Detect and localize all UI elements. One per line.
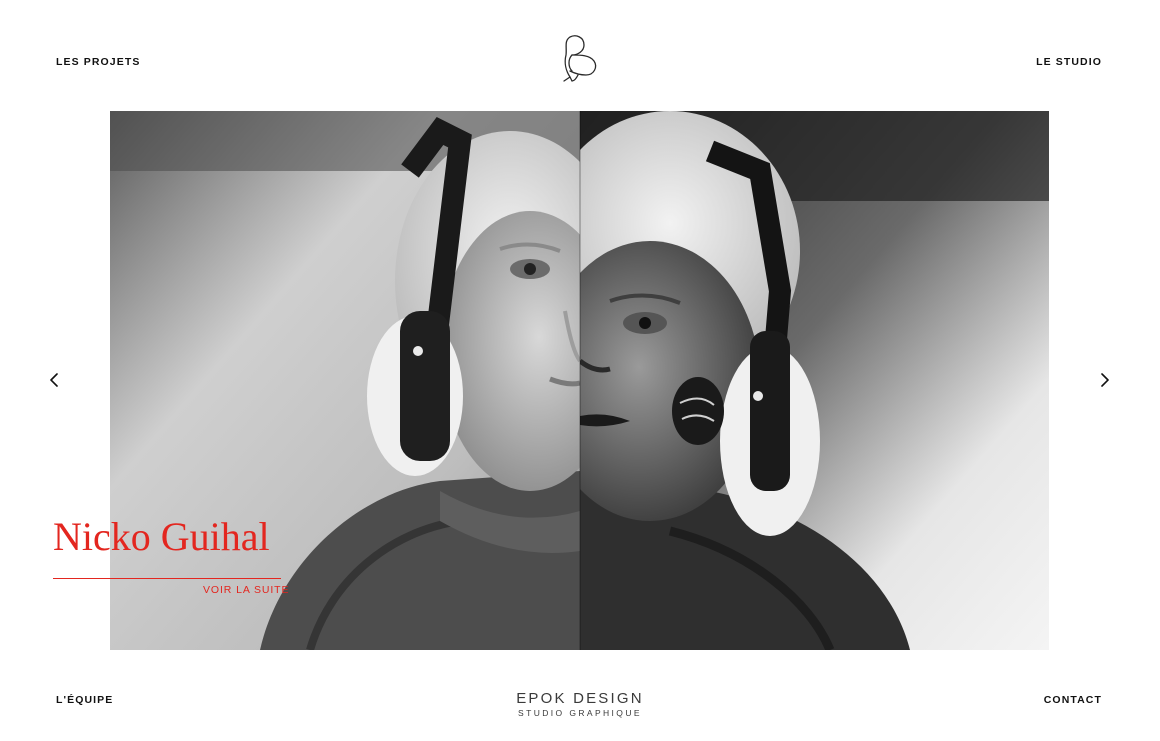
nav-link-projects[interactable]: LES PROJETS [56, 56, 140, 68]
project-title: Nicko Guihal [53, 514, 270, 559]
epok-logo-icon[interactable] [558, 33, 602, 85]
title-divider [53, 578, 281, 579]
brand-tagline: STUDIO GRAPHIQUE [518, 708, 642, 718]
nav-link-studio[interactable]: LE STUDIO [1036, 56, 1102, 68]
chevron-right-icon[interactable] [1097, 372, 1113, 388]
brand-name: EPOK DESIGN [516, 690, 644, 707]
nav-link-team[interactable]: L'ÉQUIPE [56, 694, 113, 706]
nav-link-contact[interactable]: CONTACT [1044, 694, 1102, 706]
read-more-link[interactable]: VOIR LA SUITE [203, 584, 289, 596]
chevron-left-icon[interactable] [46, 372, 62, 388]
hero-slide-image [110, 111, 1049, 650]
